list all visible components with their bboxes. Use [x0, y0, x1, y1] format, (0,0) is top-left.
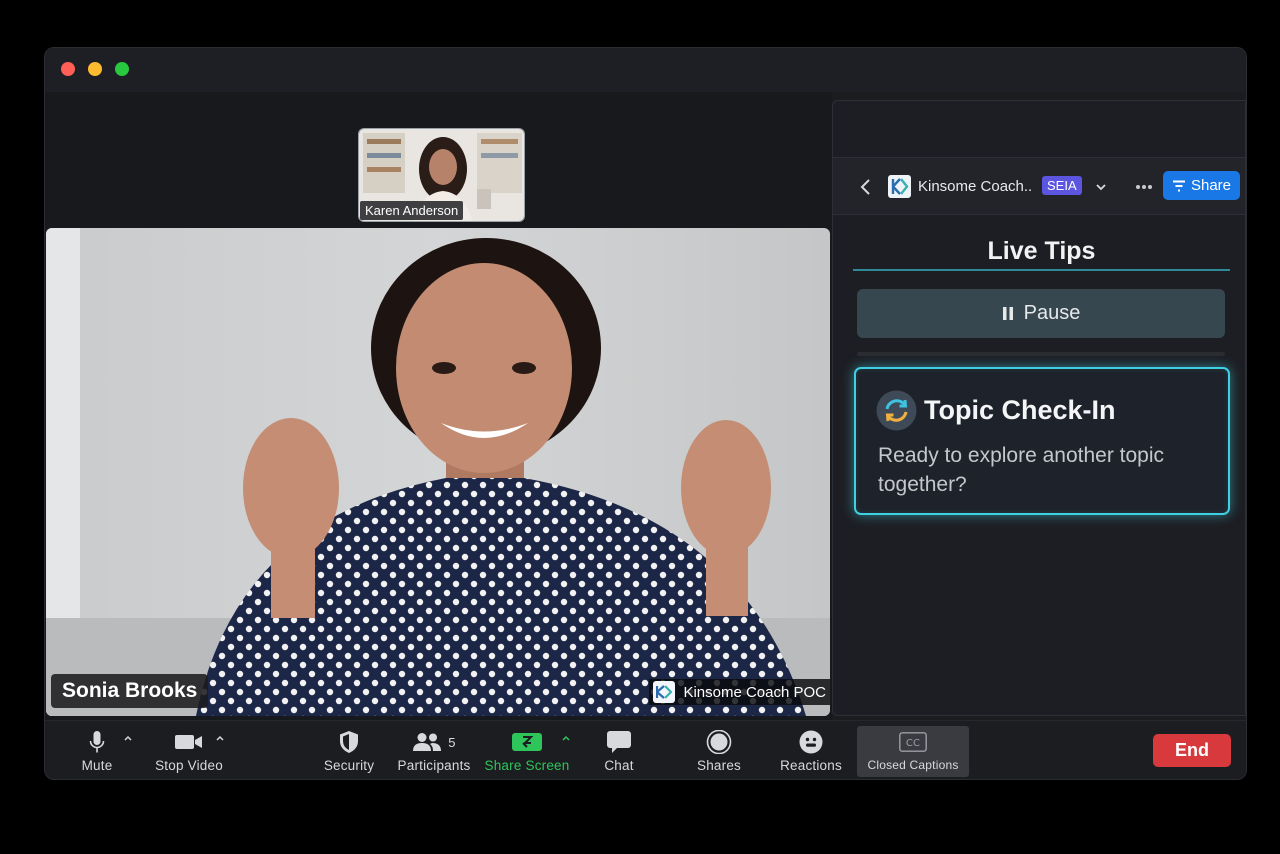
- share-screen-label: Share Screen: [484, 758, 570, 773]
- participants-label: Participants: [397, 758, 471, 773]
- participants-button[interactable]: 5 Participants: [394, 729, 474, 779]
- panel-header: Kinsome Coach.. SEIA Share: [833, 157, 1245, 215]
- reactions-icon: [799, 730, 823, 754]
- seia-badge: SEIA: [1042, 176, 1082, 195]
- share-screen-icon: [512, 733, 542, 751]
- participants-icon: [413, 733, 442, 751]
- maximize-window-button[interactable]: [115, 62, 129, 76]
- refresh-icon: [876, 390, 917, 431]
- closed-captions-label: Closed Captions: [867, 758, 959, 772]
- stop-video-label: Stop Video: [155, 758, 223, 773]
- more-icon[interactable]: [1135, 184, 1153, 190]
- shares-icon: [706, 730, 732, 754]
- tips-divider: [853, 269, 1230, 271]
- app-tag: Kinsome Coach POC: [649, 679, 830, 705]
- speaker-name-label: Sonia Brooks: [51, 674, 209, 708]
- title-bar: [45, 48, 1246, 92]
- security-label: Security: [323, 758, 375, 773]
- chat-label: Chat: [604, 758, 634, 773]
- tip-body: Ready to explore another topic together?: [878, 444, 1165, 496]
- camera-icon: [175, 735, 202, 749]
- microphone-icon: [89, 731, 105, 753]
- shares-label: Shares: [697, 758, 741, 773]
- coach-side-panel: Kinsome Coach.. SEIA Share Live Tips Pau…: [832, 100, 1246, 716]
- mute-label: Mute: [81, 758, 113, 773]
- video-stage: Karen Anderson Sonia Brooks Kinsome Coac…: [45, 92, 832, 720]
- end-meeting-button[interactable]: End: [1153, 734, 1231, 767]
- closed-captions-icon: CC: [899, 732, 927, 752]
- end-label: End: [1175, 740, 1209, 760]
- app-tag-label: Kinsome Coach POC: [683, 683, 826, 701]
- participant-thumbnail[interactable]: Karen Anderson: [358, 128, 525, 222]
- share-button-label: Share: [1190, 177, 1232, 194]
- dropdown-chevron-icon[interactable]: [1095, 181, 1107, 193]
- closed-captions-content: CC Closed Captions: [857, 729, 969, 779]
- shares-button[interactable]: Shares: [691, 729, 747, 779]
- chat-button[interactable]: Chat: [597, 729, 641, 779]
- mute-button[interactable]: Mute: [78, 729, 116, 779]
- pause-icon: [1002, 307, 1013, 320]
- reactions-label: Reactions: [780, 758, 842, 773]
- closed-captions-button[interactable]: CC Closed Captions: [857, 726, 969, 777]
- active-speaker-video[interactable]: Sonia Brooks Kinsome Coach POC: [46, 228, 830, 716]
- speaker-video-feed: [46, 228, 830, 716]
- video-options-caret-icon[interactable]: [215, 734, 225, 742]
- cc-glyph-text: CC: [906, 738, 920, 749]
- audio-options-caret-icon[interactable]: [123, 734, 133, 742]
- minimize-window-button[interactable]: [88, 62, 102, 76]
- participants-count: 5: [448, 734, 456, 750]
- live-tips-title: Live Tips: [987, 237, 1096, 265]
- tip-card[interactable]: Topic Check-In Ready to explore another …: [854, 367, 1230, 515]
- chat-icon: [607, 731, 631, 753]
- panel-share-button[interactable]: Share: [1163, 171, 1240, 200]
- pause-button-label: Pause: [1023, 302, 1081, 324]
- share-options-caret-icon[interactable]: [561, 734, 571, 742]
- section-divider: [857, 352, 1225, 356]
- share-screen-button[interactable]: Share Screen: [484, 729, 570, 779]
- back-chevron-icon[interactable]: [859, 178, 873, 196]
- tip-title: Topic Check-In: [924, 395, 1116, 425]
- close-window-button[interactable]: [61, 62, 75, 76]
- pause-button[interactable]: Pause: [857, 289, 1225, 338]
- meeting-toolbar: Mute Stop Video Security 5 Participants …: [45, 720, 1246, 779]
- meeting-window: Karen Anderson Sonia Brooks Kinsome Coac…: [44, 47, 1247, 780]
- kinsome-logo-icon: [653, 681, 676, 703]
- share-icon: [1172, 180, 1185, 191]
- kinsome-app-icon: [888, 175, 911, 198]
- security-button[interactable]: Security: [319, 729, 379, 779]
- thumbnail-name-label: Karen Anderson: [360, 201, 464, 220]
- reactions-button[interactable]: Reactions: [773, 729, 849, 779]
- shield-icon: [340, 731, 358, 753]
- panel-app-title: Kinsome Coach..: [918, 178, 1033, 195]
